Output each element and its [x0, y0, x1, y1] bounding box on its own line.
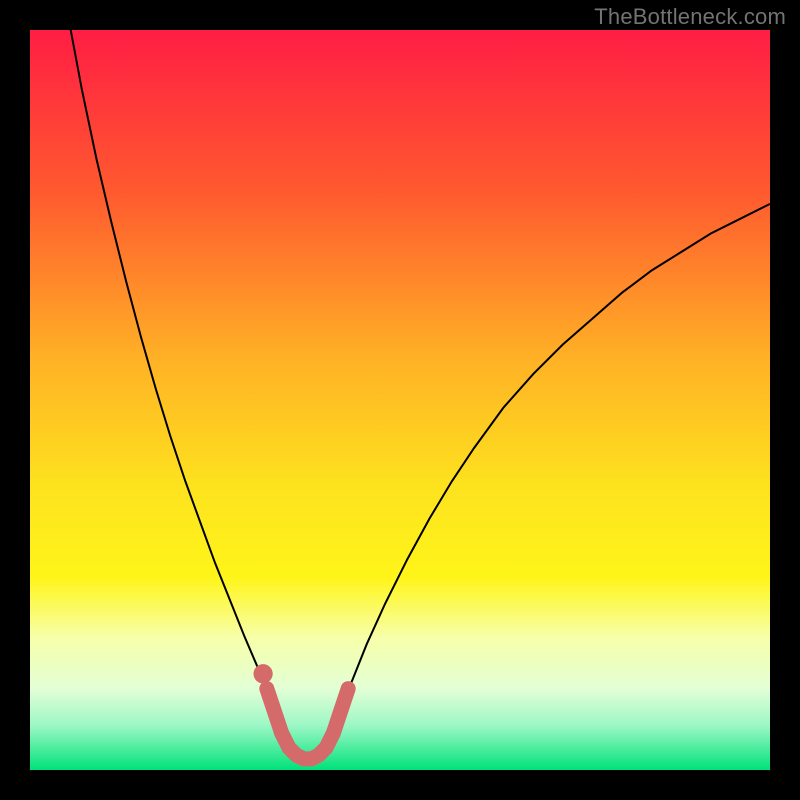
- plot-area: [30, 30, 770, 770]
- chart-frame: TheBottleneck.com: [0, 0, 800, 800]
- watermark-text: TheBottleneck.com: [594, 4, 786, 30]
- marker-group: [253, 664, 272, 683]
- trough-dot: [253, 664, 272, 683]
- chart-svg: [30, 30, 770, 770]
- gradient-background: [30, 30, 770, 770]
